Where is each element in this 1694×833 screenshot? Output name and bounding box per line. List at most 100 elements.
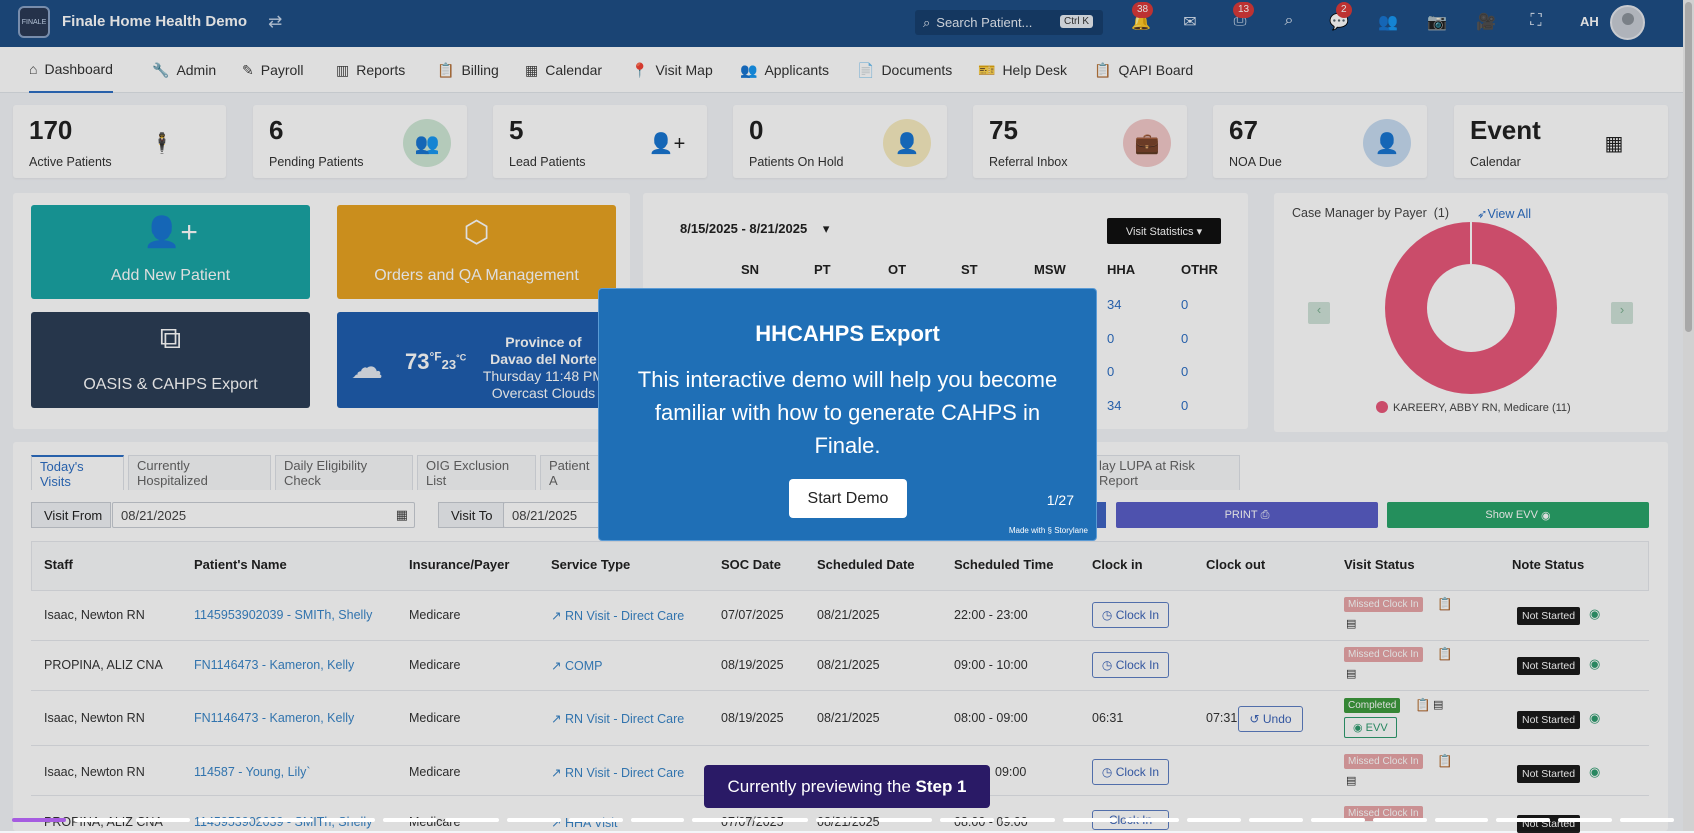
search-icon[interactable]: ⌕ — [1278, 12, 1300, 30]
step-dash[interactable] — [321, 818, 376, 822]
user-initials[interactable]: AH — [1580, 14, 1599, 29]
stat-card-pending-patients[interactable]: 6 Pending Patients 👥 — [253, 105, 467, 178]
users-icon[interactable]: 👥 — [1377, 12, 1399, 32]
patient-link[interactable]: 114587 - Young, Lily` — [194, 765, 311, 779]
camera-icon[interactable]: 📷 — [1426, 12, 1448, 32]
patient-link[interactable]: FN1146473 - Kameron, Kelly — [194, 711, 354, 725]
made-with-storylane[interactable]: Made with § Storylane — [1009, 526, 1088, 535]
step-dash[interactable] — [1063, 818, 1118, 822]
nav-documents[interactable]: 📄 Documents — [857, 47, 952, 93]
stat-card-referral-inbox[interactable]: 75 Referral Inbox 💼 — [973, 105, 1187, 178]
comment-icon[interactable]: ▤ — [1346, 774, 1356, 787]
tab-daily-eligibility[interactable]: Daily Eligibility Check — [275, 455, 413, 490]
step-dash[interactable] — [692, 818, 747, 822]
calendar-icon[interactable]: ▦ — [396, 507, 408, 523]
nav-payroll[interactable]: ✎ Payroll — [242, 47, 304, 93]
service-link[interactable]: ↗ RN Visit - Direct Care — [551, 765, 684, 780]
stat-card-active-patients[interactable]: 170 Active Patients 🕴 — [13, 105, 226, 178]
eye-icon[interactable]: ◉ — [1589, 710, 1600, 726]
service-link[interactable]: ↗ RN Visit - Direct Care — [551, 711, 684, 726]
orders-qa-tile[interactable]: ⬡ Orders and QA Management — [337, 205, 616, 299]
service-link[interactable]: ↗ RN Visit - Direct Care — [551, 608, 684, 623]
nav-admin[interactable]: 🔧 Admin — [152, 47, 216, 93]
comment-icon[interactable]: ▤ — [1346, 617, 1356, 630]
step-dash[interactable] — [1496, 818, 1551, 822]
step-dash[interactable] — [1620, 818, 1674, 822]
step-dash[interactable] — [1434, 818, 1489, 822]
clipboard-icon[interactable]: 📋 — [1437, 754, 1453, 769]
clock-in-button[interactable]: ◷ Clock In — [1092, 652, 1169, 678]
chevron-right-icon[interactable]: › — [1611, 302, 1633, 324]
tab-lupa-risk[interactable]: lay LUPA at Risk Report — [1090, 455, 1240, 490]
print-button[interactable]: PRINT ⎙ — [1116, 502, 1378, 528]
step-dash[interactable] — [12, 818, 66, 822]
video-icon[interactable]: 🎥 — [1475, 12, 1497, 32]
fullscreen-icon[interactable]: ⛶ — [1525, 12, 1547, 30]
nav-visit-map[interactable]: 📍 Visit Map — [631, 47, 713, 93]
step-dash[interactable] — [259, 818, 314, 822]
search-button-edge[interactable] — [1096, 502, 1106, 528]
step-dash[interactable] — [506, 818, 561, 822]
tab-todays-visits[interactable]: Today's Visits — [31, 455, 124, 490]
comment-icon[interactable]: ▤ — [1346, 667, 1356, 680]
stat-card-noa-due[interactable]: 67 NOA Due 👤 — [1213, 105, 1427, 178]
stat-card-lead-patients[interactable]: 5 Lead Patients 👤+ — [493, 105, 707, 178]
step-dash[interactable] — [1249, 818, 1303, 822]
tab-oig-exclusion[interactable]: OIG Exclusion List — [417, 455, 536, 490]
step-dash[interactable] — [630, 818, 685, 822]
step-dash[interactable] — [135, 818, 190, 822]
eye-icon[interactable]: ◉ — [1589, 606, 1600, 622]
date-range-select[interactable]: 8/15/2025 - 8/21/2025 ▾ — [680, 221, 829, 237]
stat-value-hha[interactable]: 34 — [1107, 398, 1121, 413]
step-dash[interactable] — [1372, 818, 1427, 822]
search-patient-input[interactable]: ⌕ Search Patient... Ctrl K — [915, 10, 1103, 35]
nav-help-desk[interactable]: 🎫 Help Desk — [978, 47, 1067, 93]
step-dash[interactable] — [568, 818, 623, 822]
step-dash[interactable] — [383, 818, 437, 822]
visit-to-input[interactable]: 08/21/2025 — [503, 502, 603, 528]
step-dash[interactable] — [754, 818, 809, 822]
step-dash[interactable] — [73, 818, 128, 822]
step-dash[interactable] — [1001, 818, 1056, 822]
chevron-left-icon[interactable]: ‹ — [1308, 302, 1330, 324]
oasis-cahps-export-tile[interactable]: ⧉ OASIS & CAHPS Export — [31, 312, 310, 408]
undo-button[interactable]: ↺ Undo — [1238, 706, 1303, 732]
step-dash[interactable] — [1187, 818, 1242, 822]
start-demo-button[interactable]: Start Demo — [789, 479, 907, 518]
step-dash[interactable] — [1310, 818, 1365, 822]
nav-calendar[interactable]: ▦ Calendar — [525, 47, 602, 93]
app-logo[interactable]: FINALE — [18, 6, 50, 38]
eye-icon[interactable]: ◉ — [1589, 764, 1600, 780]
stat-value-othr[interactable]: 0 — [1181, 364, 1188, 379]
nav-qapi-board[interactable]: 📋 QAPI Board — [1094, 47, 1193, 93]
service-link[interactable]: ↗ COMP — [551, 658, 602, 673]
visit-statistics-button[interactable]: Visit Statistics ▾ — [1107, 218, 1221, 244]
stat-value-othr[interactable]: 0 — [1181, 398, 1188, 413]
nav-dashboard[interactable]: ⌂ Dashboard — [29, 47, 113, 93]
clock-in-button[interactable]: ◷ Clock In — [1092, 602, 1169, 628]
view-all-link[interactable]: ➶View All — [1477, 206, 1531, 221]
step-dash[interactable] — [197, 818, 252, 822]
avatar[interactable] — [1610, 5, 1645, 40]
step-dash[interactable] — [939, 818, 994, 822]
clock-in-button[interactable]: ◷ Clock In — [1092, 759, 1169, 785]
stat-value-othr[interactable]: 0 — [1181, 297, 1188, 312]
clipboard-icon[interactable]: 📋 — [1437, 647, 1453, 662]
step-dash[interactable] — [1558, 818, 1613, 822]
tab-patient[interactable]: Patient A — [540, 455, 600, 490]
eye-icon[interactable]: ◉ — [1589, 656, 1600, 672]
evv-badge[interactable]: ◉ EVV — [1344, 717, 1397, 738]
stat-card-event-calendar[interactable]: Event Calendar ▦ — [1454, 105, 1668, 178]
clipboard-icon[interactable]: 📋 — [1415, 698, 1431, 713]
show-evv-button[interactable]: Show EVV ◉ — [1387, 502, 1649, 528]
stat-value-hha[interactable]: 0 — [1107, 331, 1114, 346]
nav-reports[interactable]: ▥ Reports — [336, 47, 405, 93]
patient-link[interactable]: 1145953902039 - SMITh, Shelly — [194, 608, 372, 622]
nav-applicants[interactable]: 👥 Applicants — [740, 47, 829, 93]
add-new-patient-tile[interactable]: 👤+ Add New Patient — [31, 205, 310, 299]
step-dash[interactable] — [877, 818, 932, 822]
mail-icon[interactable]: ✉ — [1179, 12, 1201, 32]
comment-icon[interactable]: ▤ — [1433, 698, 1443, 711]
nav-billing[interactable]: 📋 Billing — [437, 47, 499, 93]
switch-agency-icon[interactable]: ⇄ — [268, 12, 282, 32]
